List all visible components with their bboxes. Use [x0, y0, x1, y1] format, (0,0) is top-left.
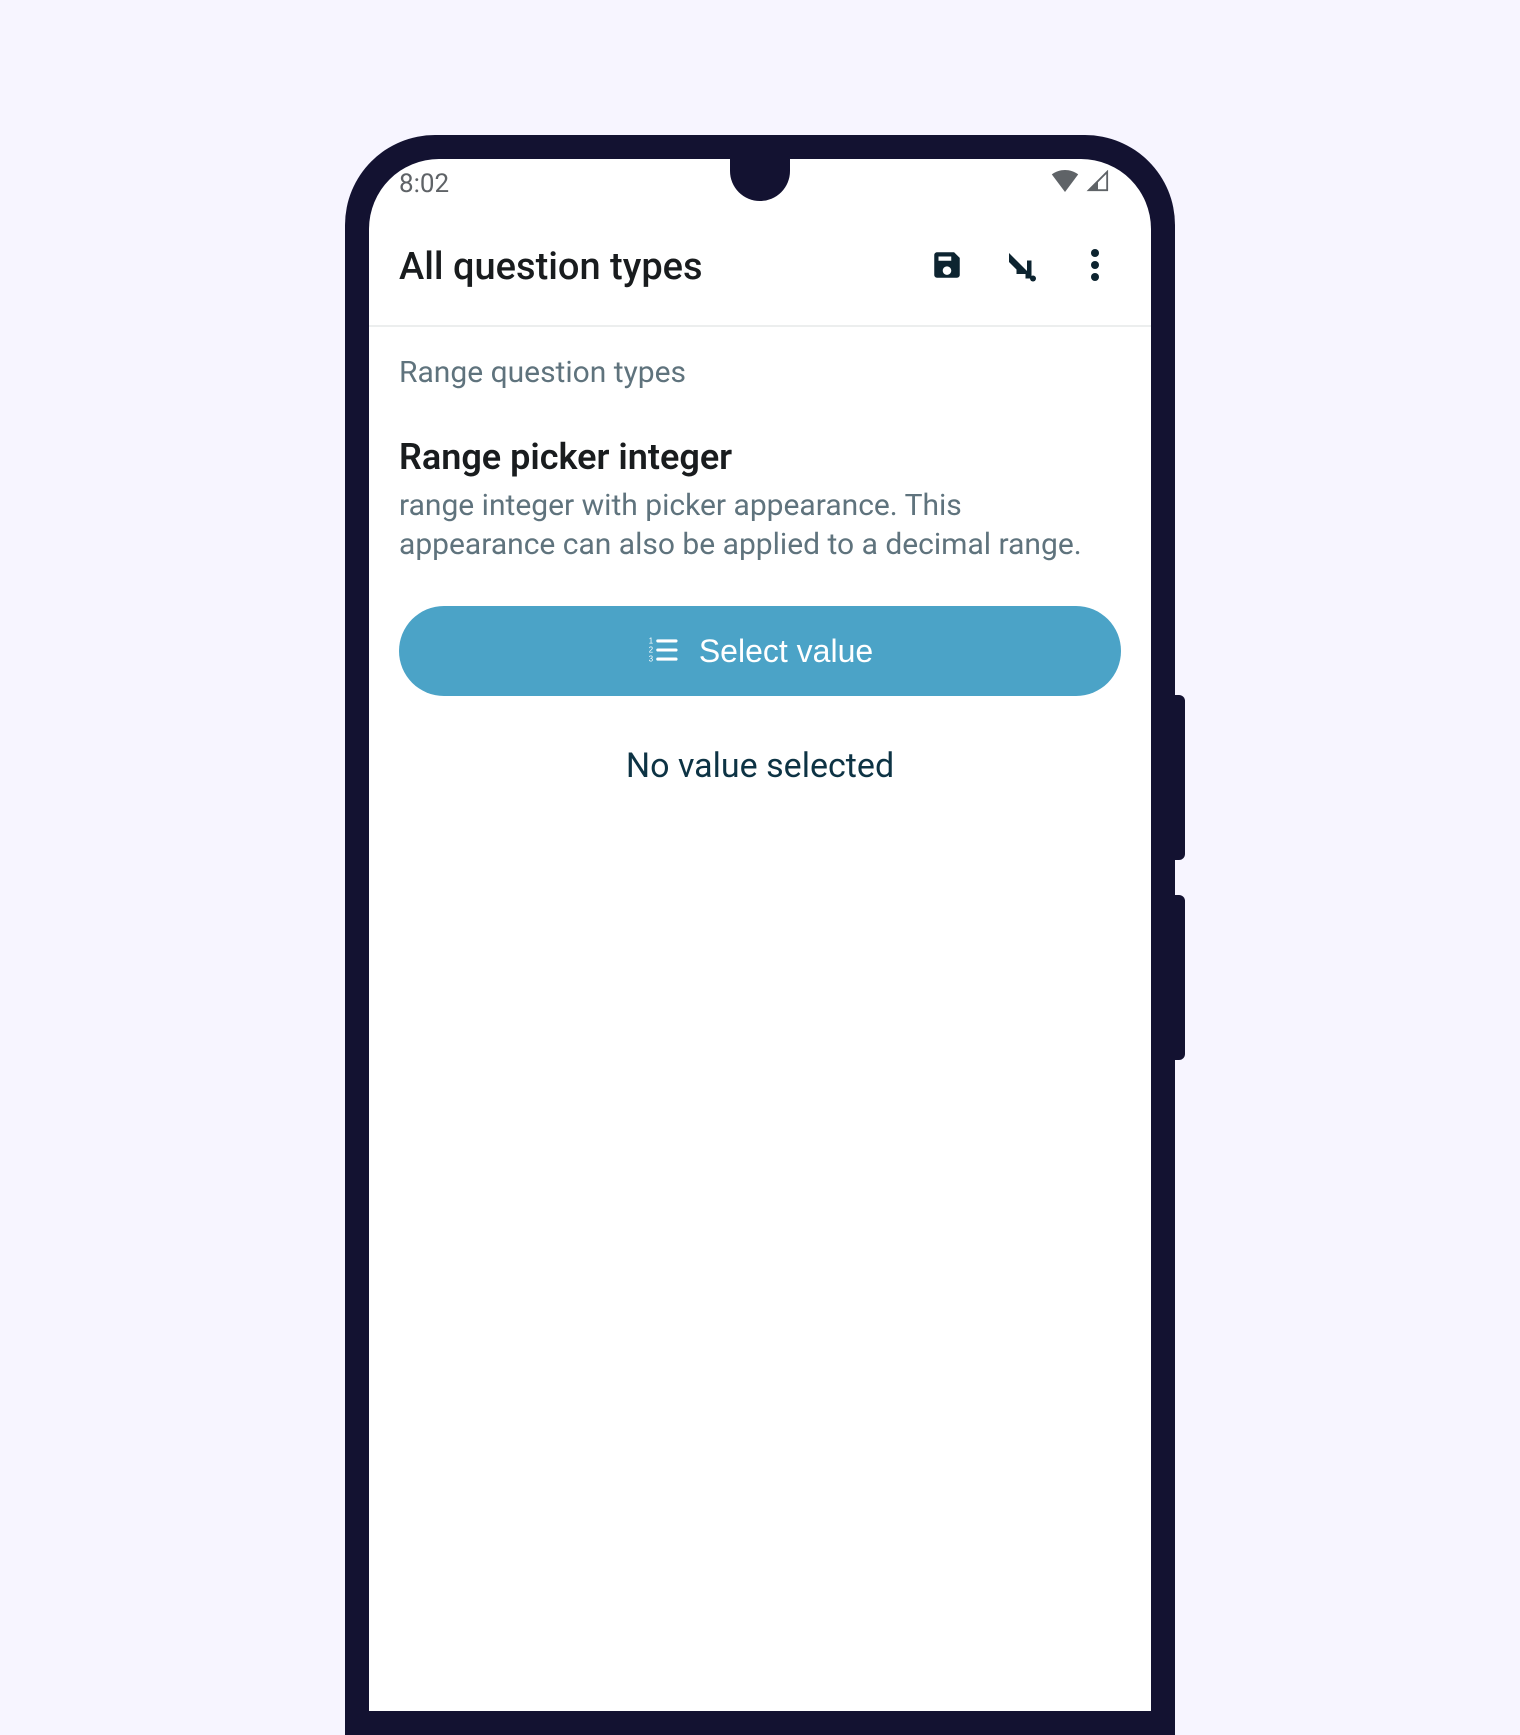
arrow-down-right-icon	[1003, 247, 1039, 287]
save-icon	[930, 248, 964, 286]
wifi-icon	[1051, 169, 1079, 199]
app-bar: All question types	[369, 209, 1151, 325]
question-title: Range picker integer	[399, 436, 1121, 478]
phone-frame: 8:02 All question types	[345, 135, 1175, 1735]
no-value-text: No value selected	[399, 746, 1121, 786]
status-time: 8:02	[399, 169, 449, 199]
phone-side-button	[1175, 695, 1185, 860]
svg-text:3: 3	[649, 654, 653, 662]
goto-button[interactable]	[993, 239, 1049, 295]
phone-side-button	[1175, 895, 1185, 1060]
screen: 8:02 All question types	[369, 159, 1151, 1711]
save-button[interactable]	[919, 239, 975, 295]
svg-text:2: 2	[649, 645, 653, 654]
question-description: range integer with picker appearance. Th…	[399, 486, 1121, 564]
signal-icon	[1085, 169, 1111, 199]
group-label: Range question types	[399, 355, 1121, 390]
list-icon: 1 2 3	[647, 637, 679, 666]
select-value-label: Select value	[699, 633, 873, 670]
more-vert-icon	[1091, 248, 1099, 286]
content: Range question types Range picker intege…	[369, 327, 1151, 814]
select-value-button[interactable]: 1 2 3 Select value	[399, 606, 1121, 696]
svg-text:1: 1	[649, 637, 653, 646]
more-button[interactable]	[1067, 239, 1123, 295]
page-title: All question types	[399, 245, 901, 289]
